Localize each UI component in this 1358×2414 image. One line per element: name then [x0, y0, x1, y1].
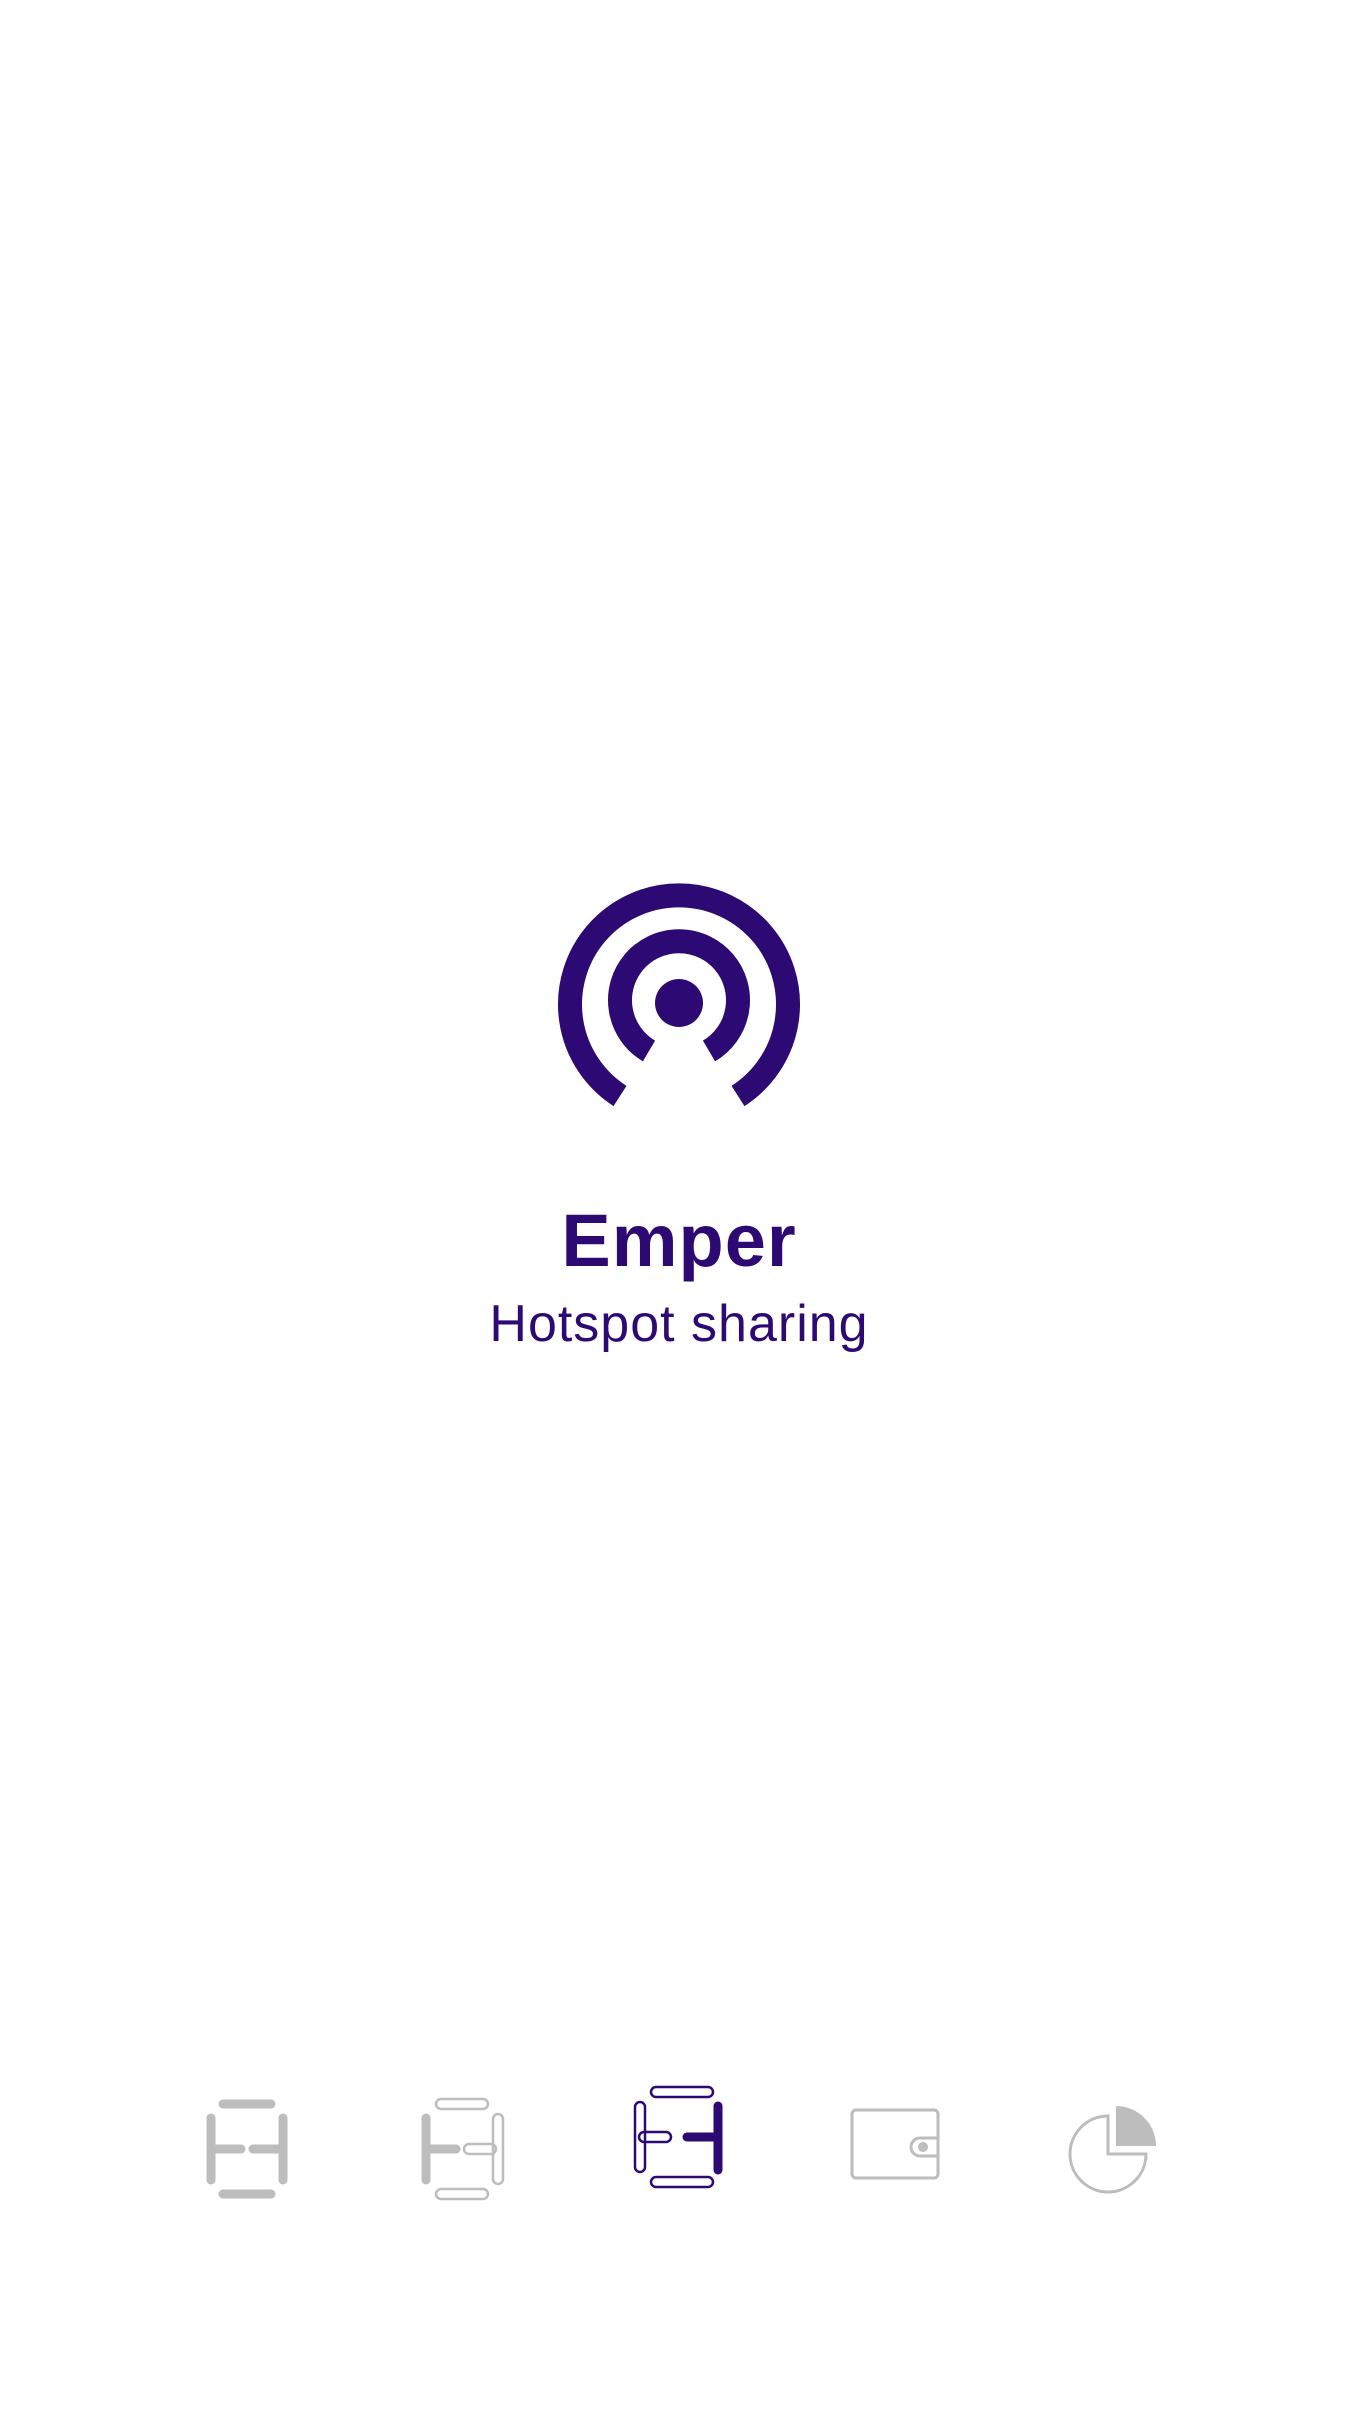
- tab-wallet[interactable]: [835, 2092, 955, 2212]
- bottom-tab-bar: [0, 2040, 1358, 2260]
- hotspot-grid-outline-icon: [633, 2085, 723, 2189]
- tab-statistics[interactable]: [1052, 2090, 1172, 2210]
- app-subtitle: Hotspot sharing: [489, 1295, 869, 1353]
- tab-hotspot-grid-2[interactable]: [400, 2090, 520, 2210]
- hotspot-broadcast-icon: [554, 880, 804, 1110]
- hotspot-grid-half-icon: [421, 2097, 505, 2201]
- hotspot-grid-filled-icon: [206, 2099, 288, 2199]
- pie-chart-icon: [1068, 2106, 1156, 2194]
- tab-hotspot-grid-1[interactable]: [185, 2090, 305, 2210]
- app-title: Emper: [561, 1199, 797, 1282]
- wallet-icon: [850, 2108, 940, 2180]
- tab-hotspot-grid-3[interactable]: [615, 2078, 735, 2198]
